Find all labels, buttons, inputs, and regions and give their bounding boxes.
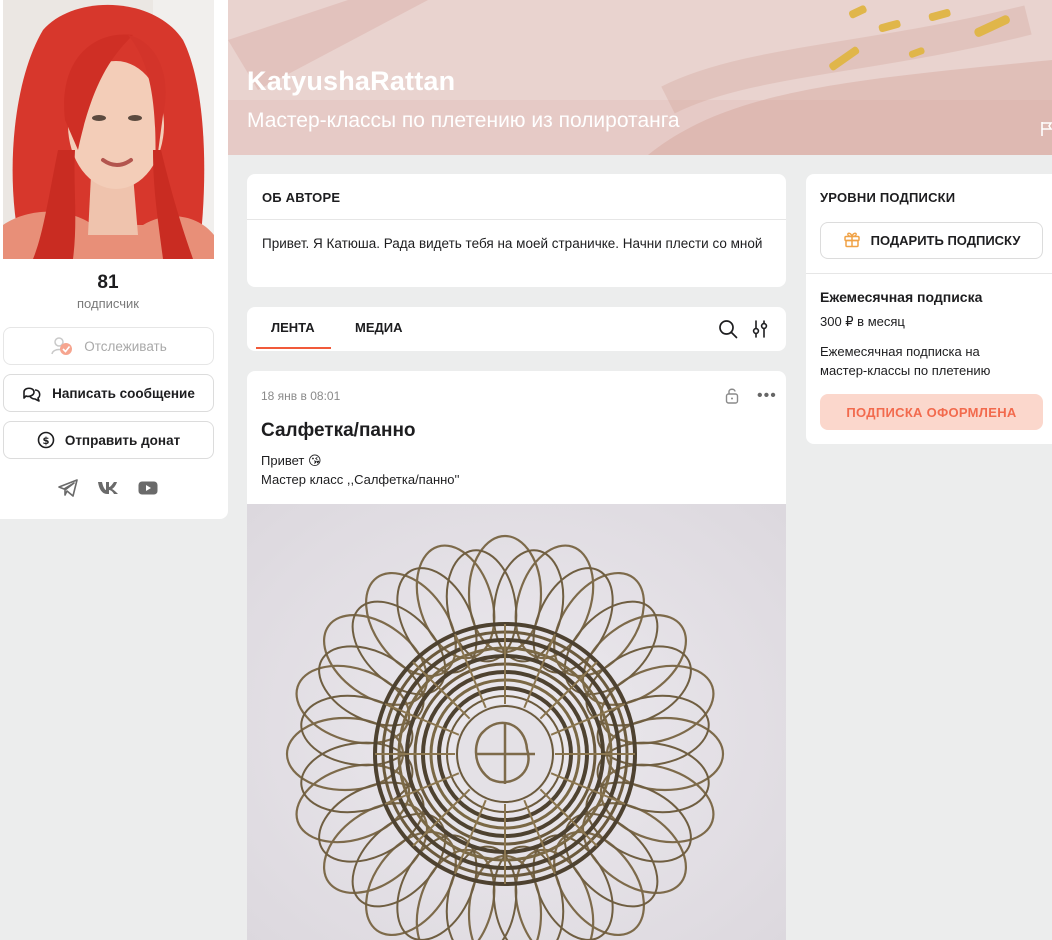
message-label: Написать сообщение: [52, 385, 195, 401]
gift-icon: [843, 230, 861, 251]
subscribed-button[interactable]: ПОДПИСКА ОФОРМЛЕНА: [820, 394, 1043, 430]
post-title[interactable]: Салфетка/панно: [261, 420, 416, 442]
youtube-icon[interactable]: [137, 478, 159, 498]
donate-button[interactable]: $ Отправить донат: [3, 421, 214, 459]
tab-feed[interactable]: ЛЕНТА: [271, 320, 315, 335]
telegram-icon[interactable]: [57, 478, 79, 498]
more-options-icon[interactable]: •••: [757, 387, 777, 405]
post-image[interactable]: [247, 504, 786, 940]
coin-icon: $: [37, 431, 55, 449]
post-text-line: Привет 😘: [261, 453, 322, 468]
search-icon[interactable]: [718, 319, 738, 344]
tab-media[interactable]: МЕДИА: [355, 320, 403, 335]
author-name: KatyushaRattan: [247, 66, 456, 96]
vk-icon[interactable]: [97, 478, 119, 498]
donate-label: Отправить донат: [64, 432, 181, 448]
report-flag-icon[interactable]: [1040, 121, 1052, 142]
feed-tabs: ЛЕНТА МЕДИА: [247, 307, 786, 351]
post-card: 18 янв в 08:01 ••• Салфетка/панно Привет…: [247, 371, 786, 940]
message-button[interactable]: Написать сообщение: [3, 374, 214, 412]
profile-banner: KatyushaRattan Мастер-классы по плетению…: [228, 0, 1052, 155]
about-text: Привет. Я Катюша. Рада видеть тебя на мо…: [262, 236, 763, 251]
tier-name: Ежемесячная подписка: [820, 289, 983, 305]
post-date: 18 янв в 08:01: [261, 389, 341, 403]
filter-icon[interactable]: [752, 319, 768, 344]
profile-sidebar: 81 подписчик Отслеживать Написать сообще…: [0, 0, 228, 519]
active-tab-indicator: [256, 347, 331, 349]
follow-label: Отслеживать: [84, 338, 167, 354]
gift-subscription-button[interactable]: ПОДАРИТЬ ПОДПИСКУ: [820, 222, 1043, 259]
about-card: ОБ АВТОРЕ Привет. Я Катюша. Рада видеть …: [247, 174, 786, 287]
follow-button[interactable]: Отслеживать: [3, 327, 214, 365]
social-links: [0, 478, 216, 498]
author-tagline: Мастер-классы по плетению из полиротанга: [247, 109, 680, 132]
unlock-icon: [725, 387, 739, 409]
about-heading: ОБ АВТОРЕ: [247, 174, 786, 220]
tier-description: Ежемесячная подписка на мастер-классы по…: [820, 344, 991, 378]
tier-price: 300 ₽ в месяц: [820, 314, 905, 329]
avatar[interactable]: [3, 0, 214, 259]
chat-icon: [22, 384, 42, 402]
subscription-tiers-card: УРОВНИ ПОДПИСКИ ПОДАРИТЬ ПОДПИСКУ Ежемес…: [806, 174, 1052, 444]
tiers-heading: УРОВНИ ПОДПИСКИ: [820, 190, 956, 205]
subscribers-count: 81: [97, 272, 119, 293]
svg-text:$: $: [42, 436, 49, 447]
divider: [806, 273, 1052, 274]
follow-icon: [50, 336, 74, 356]
post-text-line: Мастер класс ,,Салфетка/панно'': [261, 472, 460, 487]
subscribers-label: подписчик: [77, 296, 139, 311]
gift-label: ПОДАРИТЬ ПОДПИСКУ: [870, 233, 1021, 248]
